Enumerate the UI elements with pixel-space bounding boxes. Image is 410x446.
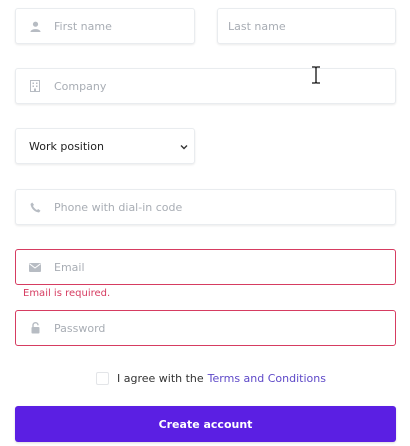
text-cursor-icon xyxy=(311,66,321,84)
email-field[interactable] xyxy=(15,249,396,285)
company-field[interactable] xyxy=(15,68,396,104)
last-name-field[interactable] xyxy=(217,8,396,44)
phone-field[interactable] xyxy=(15,189,396,225)
terms-checkbox[interactable] xyxy=(96,372,109,385)
first-name-input[interactable] xyxy=(54,9,194,43)
building-icon xyxy=(16,80,54,92)
work-position-selected: Work position xyxy=(29,139,104,153)
password-input[interactable] xyxy=(54,311,395,345)
envelope-icon xyxy=(16,262,54,272)
terms-label: I agree with the xyxy=(117,372,204,385)
first-name-field[interactable] xyxy=(15,8,195,44)
password-field[interactable] xyxy=(15,310,396,346)
chevron-down-icon xyxy=(180,140,188,153)
user-icon xyxy=(16,21,54,32)
phone-input[interactable] xyxy=(54,190,395,224)
email-error-message: Email is required. xyxy=(23,288,111,299)
terms-agreement: I agree with the Terms and Conditions xyxy=(96,372,326,385)
phone-icon xyxy=(16,202,54,213)
terms-link[interactable]: Terms and Conditions xyxy=(208,372,326,385)
lock-icon xyxy=(16,322,54,334)
email-input[interactable] xyxy=(54,250,395,284)
work-position-select[interactable]: Work position xyxy=(15,128,195,164)
last-name-input[interactable] xyxy=(218,9,395,43)
company-input[interactable] xyxy=(54,69,395,103)
create-account-button[interactable]: Create account xyxy=(15,406,396,442)
